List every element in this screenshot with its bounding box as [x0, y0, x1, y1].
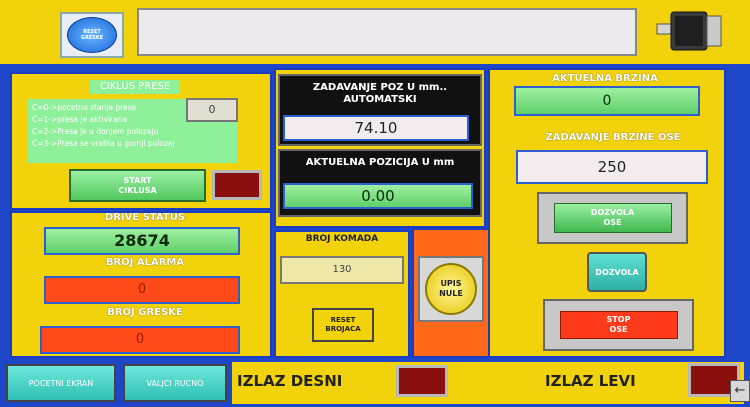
home-screen-button[interactable]: POCETNI EKRAN: [6, 364, 116, 402]
zero-write-button[interactable]: UPIS NULE: [418, 256, 484, 322]
legend-item: C=3->Presa se vratila u gornji polozaj: [32, 139, 175, 148]
alarm-count-label: BROJ ALARMA: [105, 257, 185, 268]
zero-write-icon: UPIS NULE: [425, 263, 477, 315]
speed-actual-value: 0: [514, 86, 700, 116]
position-actual-label: AKTUELNA POZICIJA U mm: [305, 157, 455, 168]
legend-item: C=2->Presa je u donjem polozaju: [32, 127, 159, 136]
exit-left-label: IZLAZ LEVI: [545, 372, 636, 390]
speed-set-input[interactable]: 250: [516, 150, 708, 184]
reset-errors-icon: RESET GRESKE: [67, 17, 117, 53]
speed-actual-label: AKTUELNA BRZINA: [552, 73, 658, 84]
reset-counter-label: RESET BROJACA: [325, 316, 361, 333]
ciklus-value: 0: [186, 98, 238, 122]
start-cycle-label: START CIKLUSA: [118, 175, 157, 195]
motor-icon: [655, 6, 725, 56]
ciklus-title: CIKLUS PRESE: [90, 80, 180, 94]
stop-axis-button[interactable]: STOP OSE: [543, 299, 694, 351]
enable-axis-label: DOZVOLA OSE: [553, 203, 672, 233]
drive-status-value: 28674: [44, 227, 240, 255]
enable-button[interactable]: DOZVOLA: [587, 252, 647, 292]
back-arrow-icon[interactable]: ←: [730, 380, 750, 402]
reset-counter-button[interactable]: RESET BROJACA: [312, 308, 374, 342]
position-set-input[interactable]: 74.10: [283, 115, 469, 141]
drive-status-label: DRIVE STATUS: [104, 212, 186, 223]
position-set-label: ZADAVANJE POZ U mm.. AUTOMATSKI: [312, 82, 448, 105]
position-actual-value: 0.00: [283, 183, 473, 209]
exit-right-label: IZLAZ DESNI: [237, 372, 343, 390]
speed-set-label: ZADAVANJE BRZINE OSE: [545, 132, 681, 143]
reset-errors-label: RESET GRESKE: [80, 29, 104, 41]
pieces-label: BROJ KOMADA: [305, 234, 379, 244]
home-screen-label: POCETNI EKRAN: [28, 378, 94, 388]
enable-axis-button[interactable]: DOZVOLA OSE: [537, 192, 688, 244]
alarm-count-value: 0: [44, 276, 240, 304]
start-cycle-button[interactable]: START CIKLUSA: [69, 169, 206, 202]
zero-write-label: UPIS NULE: [439, 279, 463, 298]
pieces-value: 130: [280, 256, 404, 284]
error-code-value: 0: [40, 326, 240, 354]
reset-errors-button[interactable]: RESET GRESKE: [60, 12, 124, 58]
error-code-label: BROJ GRESKE: [107, 307, 183, 318]
message-display: [137, 8, 637, 56]
enable-label: DOZVOLA: [595, 267, 639, 277]
rollers-manual-label: VALJCI RUCNO: [146, 378, 204, 388]
stop-axis-label: STOP OSE: [559, 311, 678, 339]
exit-right-button[interactable]: [396, 365, 448, 397]
start-cycle-indicator: [212, 170, 262, 200]
rollers-manual-button[interactable]: VALJCI RUCNO: [123, 364, 227, 402]
